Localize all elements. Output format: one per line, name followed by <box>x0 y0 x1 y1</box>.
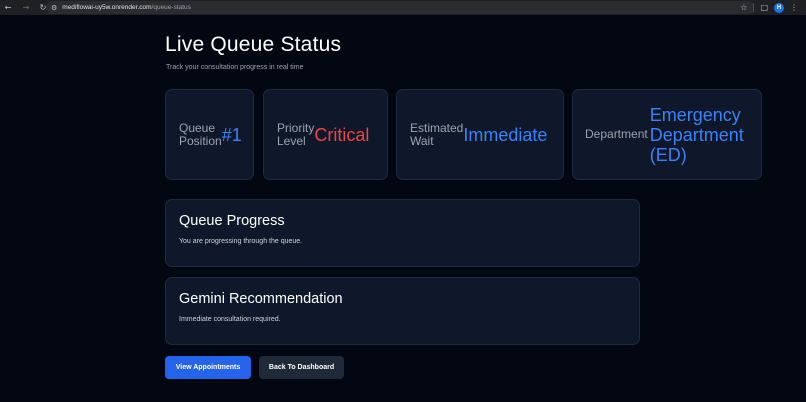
department-card: Department Emergency Department (ED) <box>572 89 762 180</box>
queue-position-value: #1 <box>221 124 242 145</box>
gemini-recommendation-text: Immediate consultation required. <box>179 316 281 323</box>
forward-arrow-icon[interactable]: → <box>20 0 32 15</box>
estimated-wait-label-line2: Wait <box>410 133 434 148</box>
queue-position-label: Queue Position <box>179 120 222 148</box>
browser-toolbar: ← → ↻ ⚙ mediflowai-uy5w.onrender.com/que… <box>0 0 806 15</box>
bookmark-star-icon[interactable]: ☆ <box>740 3 747 12</box>
priority-level-card: Priority Level Critical <box>263 89 388 180</box>
priority-level-label-line1: Priority <box>277 120 315 135</box>
profile-avatar[interactable]: H <box>774 2 784 13</box>
estimated-wait-label: Estimated Wait <box>410 120 464 148</box>
url-path: /queue-status <box>151 4 191 11</box>
site-info-icon[interactable]: ⚙ <box>51 4 57 12</box>
gemini-recommendation-title: Gemini Recommendation <box>179 291 343 307</box>
toolbar-divider <box>753 3 755 12</box>
page-title: Live Queue Status <box>165 33 342 56</box>
estimated-wait-label-line1: Estimated <box>410 120 464 135</box>
extensions-icon[interactable]: □ <box>760 3 768 12</box>
queue-position-label-line1: Queue <box>179 120 216 135</box>
department-value: Emergency Department (ED) <box>649 104 744 165</box>
back-arrow-icon[interactable]: ← <box>2 0 14 15</box>
estimated-wait-card: Estimated Wait Immediate <box>396 89 564 180</box>
queue-position-card: Queue Position #1 <box>165 89 254 180</box>
priority-level-label: Priority Level <box>277 120 315 148</box>
gemini-recommendation-section: Gemini Recommendation Immediate consulta… <box>165 277 640 345</box>
view-appointments-button[interactable]: View Appointments <box>165 356 251 379</box>
back-to-dashboard-button[interactable]: Back To Dashboard <box>259 356 344 379</box>
url-text: mediflowai-uy5w.onrender.com/queue-statu… <box>62 4 191 11</box>
address-bar[interactable]: ⚙ mediflowai-uy5w.onrender.com/queue-sta… <box>46 1 754 14</box>
queue-position-label-line2: Position <box>179 133 222 148</box>
queue-progress-text: You are progressing through the queue. <box>179 238 303 245</box>
browser-menu-icon[interactable]: ⋮ <box>790 3 798 12</box>
queue-progress-section: Queue Progress You are progressing throu… <box>165 199 640 267</box>
url-host: mediflowai-uy5w.onrender.com <box>62 4 152 11</box>
estimated-wait-value: Immediate <box>463 124 548 145</box>
priority-level-value: Critical <box>314 124 370 145</box>
priority-level-label-line2: Level <box>277 133 306 148</box>
page-subtitle: Track your consultation progress in real… <box>166 64 304 71</box>
queue-progress-title: Queue Progress <box>179 213 285 229</box>
department-label: Department <box>585 127 648 141</box>
